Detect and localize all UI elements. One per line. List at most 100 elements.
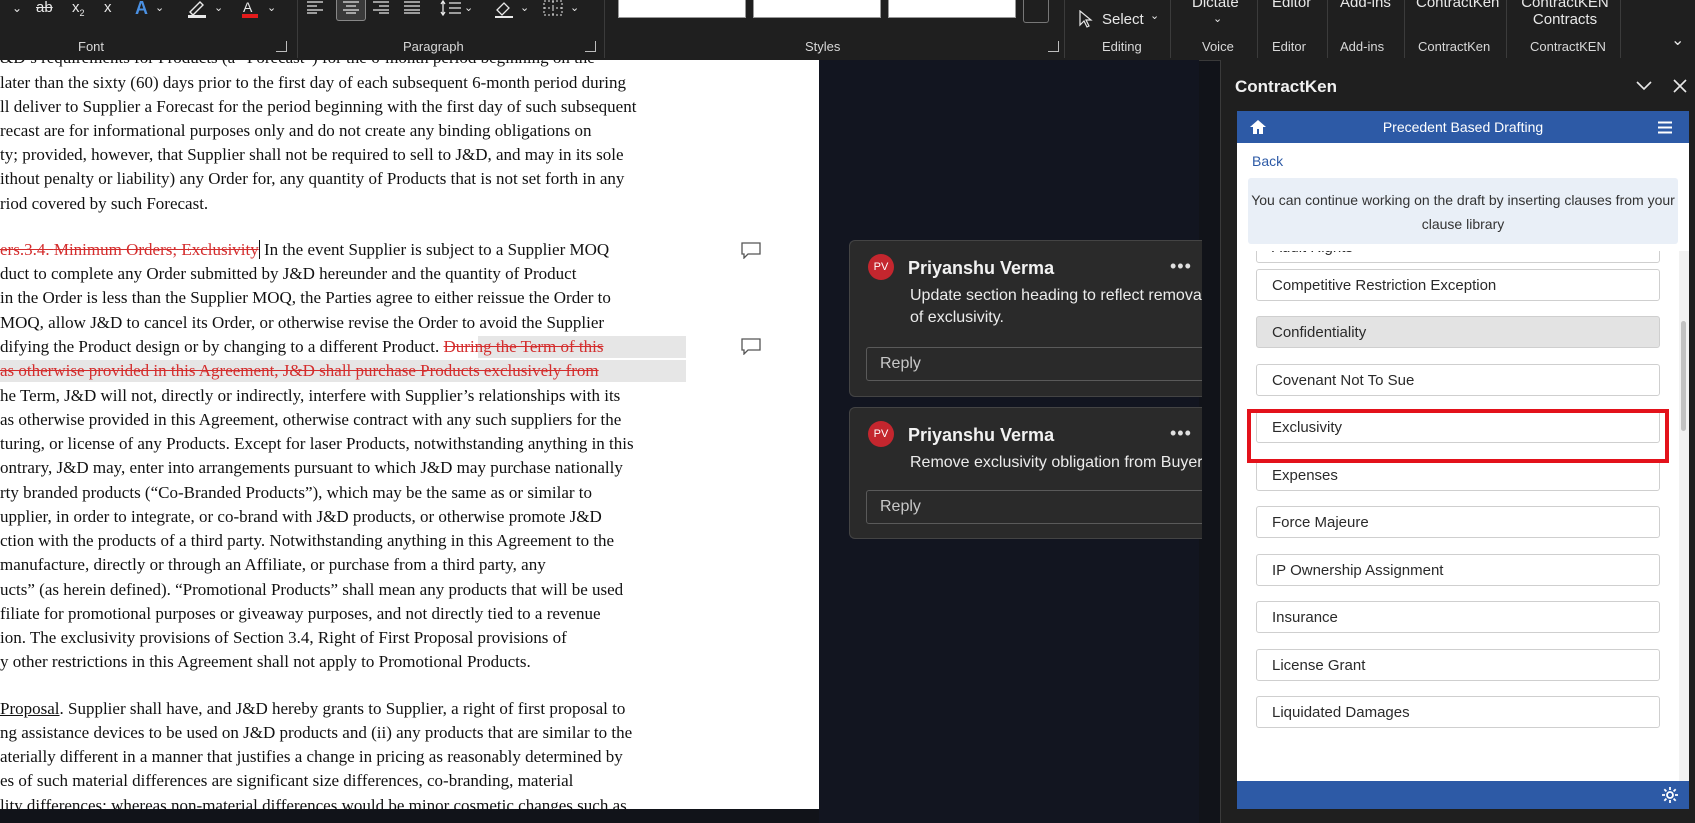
reply-input[interactable] (866, 490, 1202, 524)
doc-line: difying the Product design or by changin… (0, 337, 604, 356)
styles-gallery-more-button[interactable] (1023, 0, 1049, 23)
contractken-contracts-button[interactable]: ContractKEN Contracts (1518, 0, 1612, 28)
clause-item[interactable]: License Grant (1256, 649, 1660, 681)
doc-line: es of such material differences are sign… (0, 771, 574, 790)
style-gallery-item-2[interactable] (753, 0, 881, 18)
svg-text:A: A (243, 0, 253, 15)
doc-line: riod covered by such Forecast. (0, 194, 209, 213)
clause-item[interactable]: Liquidated Damages (1256, 696, 1660, 728)
doc-line: ction with the products of a third party… (0, 531, 615, 550)
styles-dialog-launcher-icon[interactable] (1048, 41, 1059, 52)
comment-card[interactable]: PV Priyanshu Verma ••• Update section he… (849, 240, 1202, 397)
editor-button[interactable]: Editor (1272, 0, 1311, 11)
font-dialog-launcher-icon[interactable] (276, 41, 287, 52)
document-page[interactable]: &D’s requirements for Products (a “Forec… (0, 60, 819, 809)
doc-line: as otherwise provided in this Agreement,… (0, 410, 622, 429)
highlight-icon[interactable] (186, 0, 208, 18)
text-effects-chevron-icon[interactable]: ⌄ (155, 0, 164, 18)
select-cursor-icon (1079, 10, 1093, 28)
paragraph-dialog-launcher-icon[interactable] (585, 41, 596, 52)
font-dropdown-chevron-icon[interactable]: ⌄ (12, 0, 22, 18)
clause-item-selected[interactable]: Confidentiality (1256, 316, 1660, 348)
clause-item[interactable]: Competitive Restriction Exception (1256, 269, 1660, 301)
close-icon[interactable] (1672, 78, 1688, 94)
add-ins-button[interactable]: Add-ins (1340, 0, 1391, 11)
style-gallery-item-3[interactable] (888, 0, 1016, 18)
font-color-icon[interactable]: A (240, 0, 260, 18)
more-options-icon[interactable]: ••• (1170, 256, 1192, 277)
shading-icon[interactable] (493, 0, 515, 18)
shading-chevron-icon[interactable]: ⌄ (520, 0, 529, 18)
deleted-text: as otherwise provided in this Agreement,… (0, 361, 599, 380)
text-effects-icon[interactable]: A (135, 0, 148, 18)
doc-line: lity differences; whereas non-material d… (0, 796, 627, 809)
more-options-icon[interactable]: ••• (1170, 423, 1192, 444)
scrollbar-thumb[interactable] (1681, 321, 1686, 431)
style-gallery-item-1[interactable] (618, 0, 746, 18)
dictate-chevron-icon[interactable]: ⌄ (1213, 12, 1222, 25)
doc-line: upplier, in order to integrate, or co-br… (0, 507, 602, 526)
borders-chevron-icon[interactable]: ⌄ (570, 0, 579, 18)
back-link[interactable]: Back (1252, 153, 1283, 169)
doc-line: ty; provided, however, that Supplier sha… (0, 145, 624, 164)
doc-line: as otherwise provided in this Agreement,… (0, 360, 599, 382)
justify-icon[interactable] (403, 0, 421, 18)
clause-list: Audit Rights Competitive Restriction Exc… (1237, 251, 1689, 787)
doc-line: &D’s requirements for Products (a “Forec… (0, 60, 595, 69)
clause-list-scrollbar[interactable] (1679, 251, 1689, 787)
deleted-section-number: ers.3.4. (0, 240, 54, 259)
ribbon: ⌄ ab x2 x A ⌄ ⌄ A ⌄ Font ⌄ ⌄ ⌄ Paragraph… (0, 0, 1695, 61)
comment-marker-icon[interactable] (740, 337, 762, 356)
comment-marker-icon[interactable] (740, 241, 762, 260)
doc-line: in the Order is less than the Supplier M… (0, 288, 611, 307)
doc-line: duct to complete any Order submitted by … (0, 264, 577, 283)
line-spacing-icon[interactable] (440, 0, 462, 18)
group-label-styles: Styles (805, 39, 841, 54)
doc-line: Proposal. Supplier shall have, and J&D h… (0, 699, 626, 718)
dictate-button[interactable]: Dictate (1192, 0, 1239, 11)
strikethrough-icon[interactable]: ab (36, 0, 53, 18)
info-notice: You can continue working on the draft by… (1248, 178, 1678, 244)
doc-line: y other restrictions in this Agreement s… (0, 652, 531, 671)
clause-item[interactable]: Insurance (1256, 601, 1660, 633)
avatar: PV (868, 254, 894, 280)
collapse-ribbon-chevron-icon[interactable]: ⌄ (1671, 30, 1684, 50)
reply-field[interactable] (867, 491, 1202, 523)
doc-line: aterially different in a manner that jus… (0, 747, 623, 766)
deleted-section-heading: Minimum Orders; Exclusivity (53, 240, 259, 259)
settings-gear-icon[interactable] (1661, 786, 1679, 804)
comment-card[interactable]: PV Priyanshu Verma ••• Remove exclusivit… (849, 407, 1202, 539)
clause-item[interactable]: Covenant Not To Sue (1256, 364, 1660, 396)
doc-line: recast are for informational purposes on… (0, 121, 592, 140)
clause-item[interactable]: Force Majeure (1256, 506, 1660, 538)
clause-item[interactable]: IP Ownership Assignment (1256, 554, 1660, 586)
select-chevron-icon: ⌄ (1150, 10, 1160, 22)
doc-line: ontrary, J&D may, enter into arrangement… (0, 458, 623, 477)
align-right-icon[interactable] (372, 0, 390, 18)
pane-options-chevron-icon[interactable] (1635, 80, 1653, 92)
subscript-icon[interactable]: x2 (72, 0, 85, 18)
clause-item[interactable]: Expenses (1256, 459, 1660, 491)
comment-text: Remove exclusivity obligation from Buyer… (910, 454, 1202, 471)
highlight-chevron-icon[interactable]: ⌄ (214, 0, 223, 18)
doc-line: later than the sixty (60) days prior to … (0, 73, 627, 92)
clause-item[interactable]: Audit Rights (1256, 251, 1660, 263)
comment-author: Priyanshu Verma (908, 425, 1055, 445)
align-center-icon[interactable] (336, 0, 366, 21)
doc-line: rty branded products (“Co-Branded Produc… (0, 483, 593, 502)
font-color-chevron-icon[interactable]: ⌄ (267, 0, 276, 18)
contractken-button[interactable]: ContractKen (1416, 0, 1499, 11)
group-label-voice: Voice (1202, 39, 1234, 54)
align-left-icon[interactable] (306, 0, 324, 18)
reply-field[interactable] (867, 348, 1202, 380)
borders-icon[interactable] (543, 0, 563, 18)
doc-line: turing, or license of any Products. Exce… (0, 434, 634, 453)
hamburger-menu-icon[interactable] (1657, 121, 1673, 134)
reply-input[interactable] (866, 347, 1202, 381)
selection-highlight-box (1247, 409, 1669, 463)
group-label-font: Font (78, 39, 105, 54)
comment-text: Update section heading to reflect remova… (910, 287, 1202, 326)
clear-format-icon[interactable]: x (104, 0, 112, 18)
line-spacing-chevron-icon[interactable]: ⌄ (464, 0, 473, 18)
comment-author: Priyanshu Verma (908, 258, 1055, 278)
